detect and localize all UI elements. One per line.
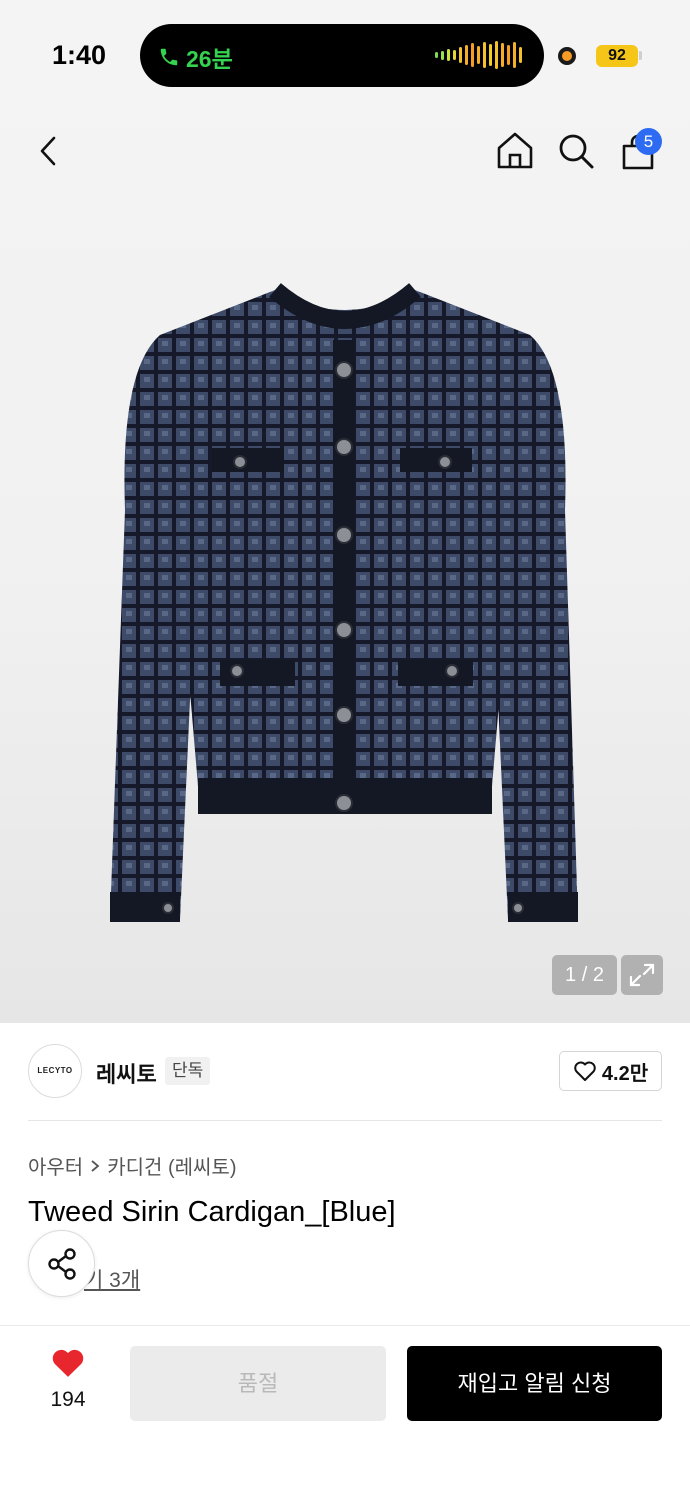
brand-like-button[interactable]: 4.2만 bbox=[559, 1051, 662, 1091]
heart-outline-icon bbox=[574, 1061, 596, 1081]
recording-dot-icon bbox=[558, 47, 576, 65]
wishlist-button[interactable]: 194 bbox=[34, 1347, 102, 1412]
back-icon[interactable] bbox=[34, 134, 64, 168]
brand-name[interactable]: 레씨토 bbox=[96, 1057, 157, 1089]
share-button[interactable] bbox=[28, 1230, 95, 1297]
chevron-right-icon bbox=[91, 1159, 100, 1172]
cart-count-badge: 5 bbox=[635, 128, 662, 155]
breadcrumb-category[interactable]: 아우터 bbox=[28, 1151, 83, 1180]
product-title: Tweed Sirin Cardigan_[Blue] bbox=[28, 1196, 396, 1228]
expand-icon bbox=[629, 963, 655, 987]
heart-filled-icon bbox=[52, 1349, 84, 1377]
image-counter: 1 / 2 bbox=[552, 955, 617, 995]
home-icon[interactable] bbox=[495, 130, 535, 170]
call-indicator: 26분 bbox=[158, 40, 233, 74]
product-photo[interactable] bbox=[100, 280, 590, 940]
status-time: 1:40 bbox=[52, 40, 107, 70]
breadcrumb-subcategory[interactable]: 카디건 (레씨토) bbox=[107, 1151, 236, 1180]
phone-icon bbox=[160, 48, 178, 66]
wishlist-count: 194 bbox=[50, 1388, 86, 1411]
divider bbox=[28, 1120, 662, 1121]
brand-logo-text: LECYTO bbox=[37, 1066, 73, 1075]
breadcrumb: 아우터 카디건 (레씨토) bbox=[28, 1151, 236, 1180]
call-duration: 26분 bbox=[186, 46, 233, 72]
share-icon bbox=[48, 1248, 76, 1280]
dynamic-island[interactable]: 26분 bbox=[140, 24, 544, 87]
search-icon[interactable] bbox=[556, 131, 596, 171]
brand-like-count: 4.2만 bbox=[601, 1062, 649, 1085]
restock-notify-button[interactable]: 재입고 알림 신청 bbox=[407, 1346, 662, 1421]
audio-wave-icon bbox=[435, 40, 522, 70]
soldout-button[interactable]: 품절 bbox=[130, 1346, 386, 1421]
expand-button[interactable] bbox=[621, 955, 663, 995]
brand-logo[interactable]: LECYTO bbox=[28, 1044, 82, 1098]
exclusive-badge: 단독 bbox=[165, 1057, 211, 1085]
battery-icon: 92 bbox=[596, 45, 638, 67]
battery-nub bbox=[639, 51, 642, 60]
